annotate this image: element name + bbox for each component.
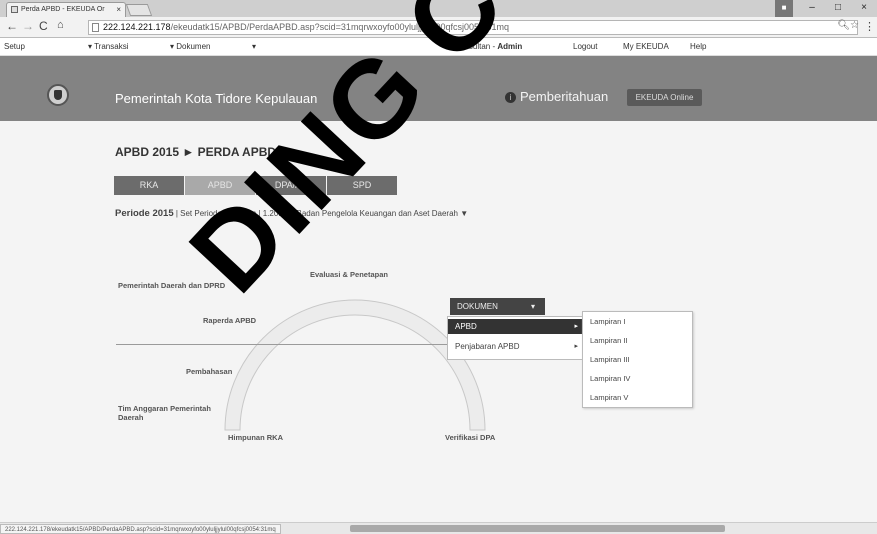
- horizontal-scrollbar[interactable]: [350, 525, 725, 532]
- submenu-arrow-icon: ▸: [574, 343, 578, 350]
- lampiran-submenu: Lampiran I Lampiran II Lampiran III Lamp…: [582, 311, 693, 408]
- submenu-item-lampiran-5[interactable]: Lampiran V: [583, 388, 692, 407]
- step-raperda[interactable]: Raperda APBD: [203, 316, 256, 325]
- submenu-item-lampiran-4[interactable]: Lampiran IV: [583, 369, 692, 388]
- process-arc: [224, 299, 486, 431]
- lane-top-label: Pemerintah Daerah dan DPRD: [118, 281, 226, 290]
- chevron-down-icon: ▾: [530, 302, 535, 311]
- dokumen-button-label: DOKUMEN: [457, 302, 498, 311]
- menu-item-apbd[interactable]: APBD ▸: [448, 319, 582, 334]
- dokumen-dropdown-button[interactable]: DOKUMEN ▾: [450, 298, 545, 315]
- step-himpunan-rka[interactable]: Himpunan RKA: [228, 433, 283, 442]
- lane-bottom-label: Tim Anggaran Pemerintah Daerah: [118, 404, 211, 422]
- menu-item-penjabaran[interactable]: Penjabaran APBD ▸: [448, 339, 582, 354]
- menu-item-penjabaran-label: Penjabaran APBD: [455, 342, 520, 351]
- menu-item-apbd-label: APBD: [455, 322, 477, 331]
- step-verifikasi-dpa[interactable]: Verifikasi DPA: [445, 433, 495, 442]
- step-pembahasan[interactable]: Pembahasan: [186, 367, 232, 376]
- status-bar: 222.124.221.178/ekeudatk15/APBD/PerdaAPB…: [0, 522, 877, 534]
- step-evaluasi[interactable]: Evaluasi & Penetapan: [310, 270, 388, 279]
- submenu-item-lampiran-3[interactable]: Lampiran III: [583, 350, 692, 369]
- submenu-item-lampiran-2[interactable]: Lampiran II: [583, 331, 692, 350]
- status-url: 222.124.221.178/ekeudatk15/APBD/PerdaAPB…: [0, 524, 281, 534]
- submenu-arrow-icon: ▸: [574, 323, 578, 330]
- submenu-item-lampiran-1[interactable]: Lampiran I: [583, 312, 692, 331]
- dokumen-dropdown-menu: APBD ▸ Penjabaran APBD ▸: [447, 316, 583, 360]
